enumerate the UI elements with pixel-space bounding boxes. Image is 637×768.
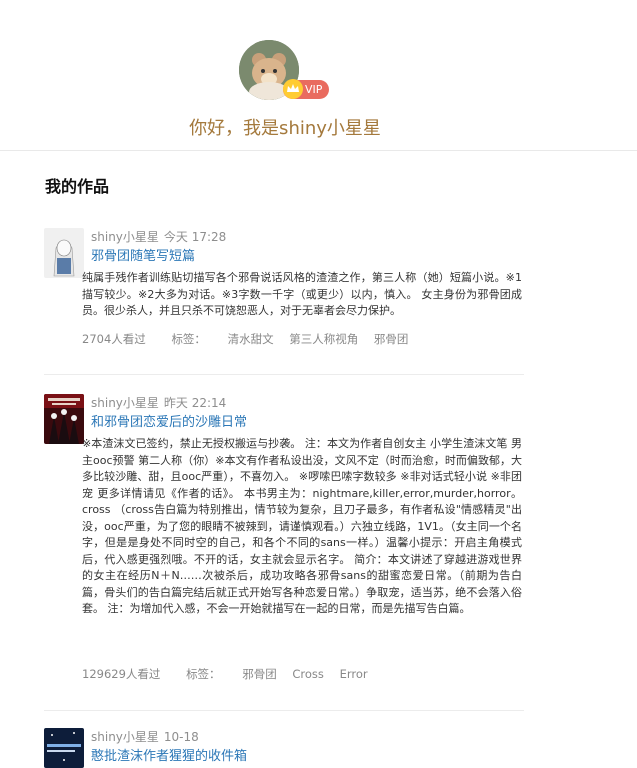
work-separator xyxy=(44,710,524,711)
work-tag[interactable]: 邪骨团 xyxy=(242,667,277,681)
work-separator xyxy=(44,374,524,375)
work-views: 2704人看过 xyxy=(82,332,146,346)
work-meta: shiny小星星 昨天 22:14 xyxy=(91,394,231,411)
profile-header: VIP 你好，我是shiny小星星 xyxy=(0,0,637,150)
dark-red-cover-icon xyxy=(44,394,84,444)
work-tag[interactable]: Cross xyxy=(292,667,324,681)
work-meta: shiny小星星 10-18 xyxy=(91,728,204,745)
work-time: 昨天 22:14 xyxy=(163,396,227,410)
work-description: 纯属手残作者训练贴切描写各个邪骨说话风格的渣渣之作，第三人称（她）短篇小说。※1… xyxy=(82,271,522,317)
tag-label: 标签： xyxy=(186,667,221,681)
work-tag[interactable]: Error xyxy=(340,667,368,681)
section-title: 我的作品 xyxy=(45,177,110,196)
work-title[interactable]: 憨批渣沫作者猩猩的收件箱 xyxy=(91,745,247,764)
work-tag[interactable]: 清水甜文 xyxy=(228,332,274,346)
work-tag[interactable]: 第三人称视角 xyxy=(289,332,358,346)
tag-label: 标签： xyxy=(171,332,206,346)
work-cover[interactable] xyxy=(44,728,84,768)
work-author[interactable]: shiny小星星 xyxy=(91,396,159,410)
work-item: shiny小星星 10-18 憨批渣沫作者猩猩的收件箱 xyxy=(44,728,524,768)
work-footer: 129629人看过 标签： 邪骨团 Cross Error xyxy=(82,666,380,682)
vip-label: VIP xyxy=(305,83,323,96)
work-views: 129629人看过 xyxy=(82,667,161,681)
work-meta: shiny小星星 今天 17:28 xyxy=(91,228,231,245)
work-author[interactable]: shiny小星星 xyxy=(91,230,159,244)
work-description: ※本渣沫文已签约，禁止无授权搬运与抄袭。 注：本文为作者自创女主 小学生渣沫文笔… xyxy=(82,437,522,615)
work-tag[interactable]: 邪骨团 xyxy=(374,332,409,346)
greeting-text: 你好，我是shiny小星星 xyxy=(189,118,381,139)
work-title[interactable]: 邪骨团随笔写短篇 xyxy=(91,245,195,264)
work-cover[interactable] xyxy=(44,394,84,444)
work-time: 10-18 xyxy=(163,730,199,744)
work-footer: 2704人看过 标签： 清水甜文 第三人称视角 邪骨团 xyxy=(82,331,420,347)
vip-badge: VIP xyxy=(283,79,329,99)
work-title[interactable]: 和邪骨团恋爱后的沙雕日常 xyxy=(91,411,247,430)
work-time: 今天 17:28 xyxy=(163,230,227,244)
hooded-figure-cover-icon xyxy=(44,228,84,278)
work-cover[interactable] xyxy=(44,228,84,278)
crown-icon xyxy=(283,79,303,99)
work-author[interactable]: shiny小星星 xyxy=(91,730,159,744)
night-sky-cover-icon xyxy=(44,728,84,768)
header-divider xyxy=(0,150,637,151)
